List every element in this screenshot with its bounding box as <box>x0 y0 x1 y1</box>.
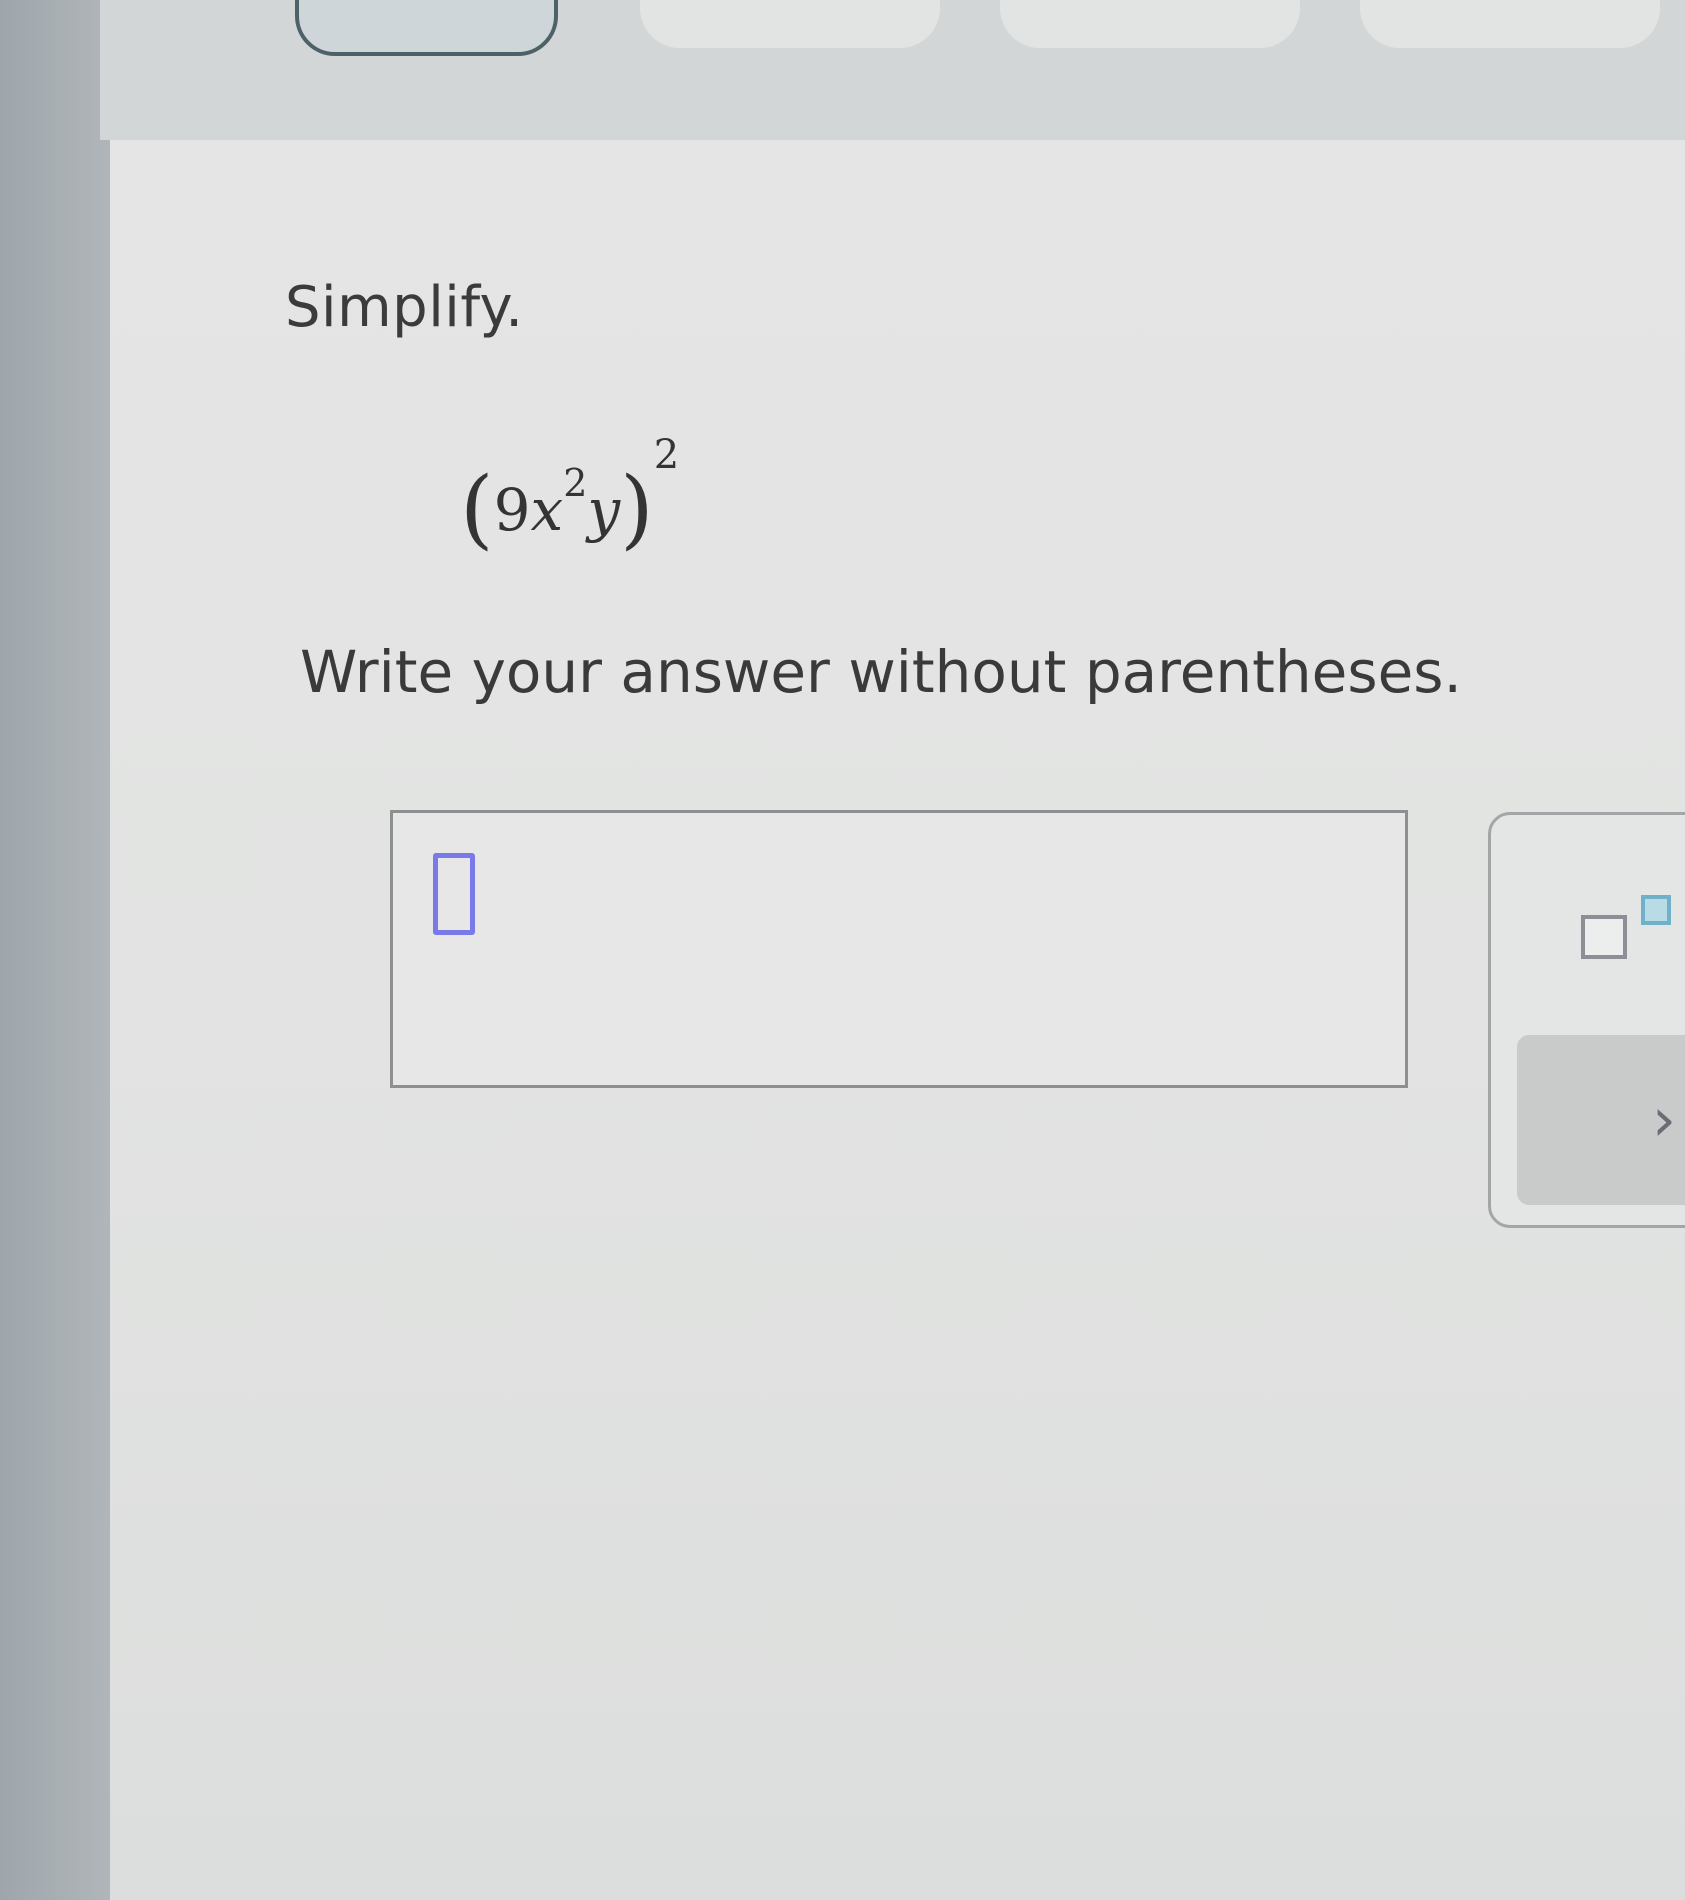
toolbar-action-button[interactable]: › <box>1517 1035 1685 1205</box>
expression-coefficient: 9 <box>493 476 531 544</box>
nav-tab-4[interactable] <box>1360 0 1660 48</box>
input-cursor-placeholder[interactable] <box>433 853 475 935</box>
math-expression: (9x2y)2 <box>460 435 679 552</box>
answer-instruction: Write your answer without parentheses. <box>300 638 1462 706</box>
exponent-button[interactable] <box>1581 875 1685 965</box>
answer-input-field[interactable] <box>390 810 1408 1088</box>
expression-outer-exponent: 2 <box>653 432 680 478</box>
top-navigation-bar <box>100 0 1685 140</box>
chevron-right-icon: › <box>1652 1085 1676 1155</box>
nav-tab-3[interactable] <box>1000 0 1300 48</box>
expression-variable-x: x <box>530 476 564 544</box>
expression-variable-y: y <box>587 476 621 544</box>
nav-tab-2[interactable] <box>640 0 940 48</box>
superscript-template-icon <box>1581 915 1627 959</box>
expression-close-paren: ) <box>620 459 654 559</box>
expression-x-exponent: 2 <box>563 461 588 505</box>
expression-open-paren: ( <box>460 459 494 559</box>
math-tool-panel: › <box>1488 812 1685 1228</box>
nav-tab-active[interactable] <box>295 0 558 56</box>
problem-prompt: Simplify. <box>285 275 524 340</box>
superscript-power-box-icon <box>1641 895 1671 925</box>
